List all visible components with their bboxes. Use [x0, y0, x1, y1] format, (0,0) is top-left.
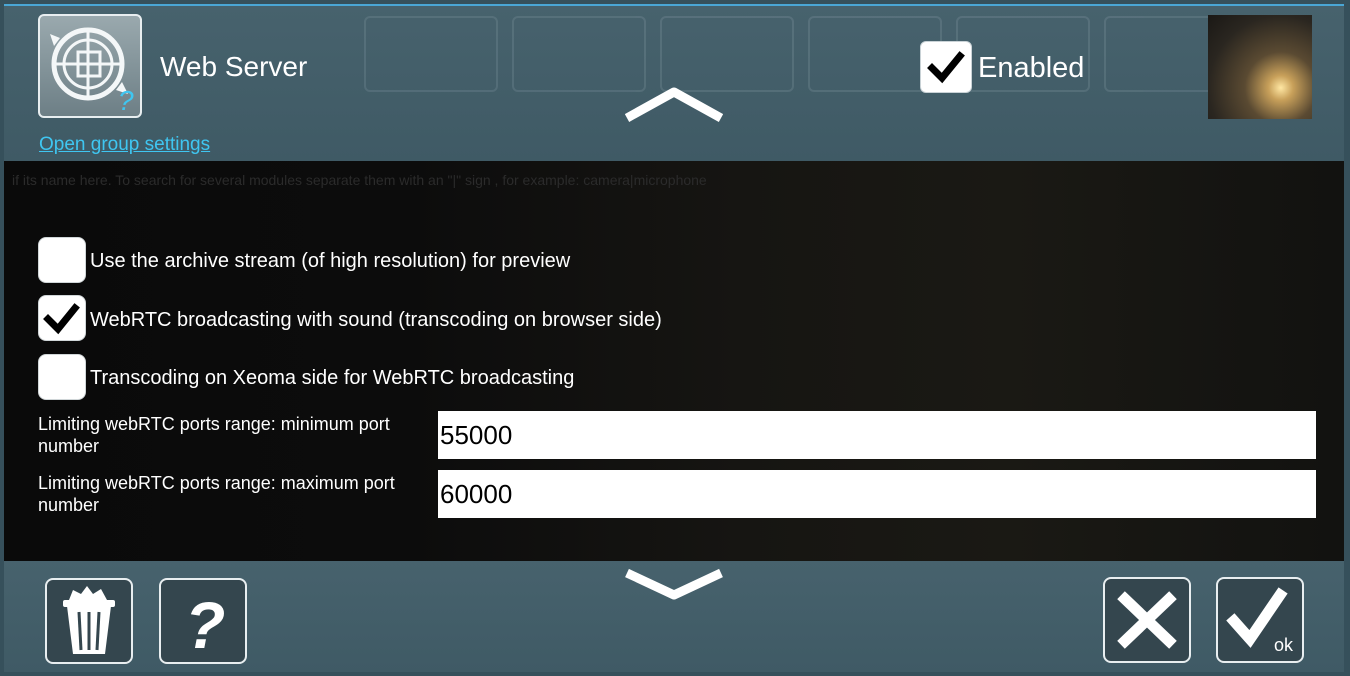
- ok-check-icon: ok: [1226, 587, 1294, 655]
- max-port-label: Limiting webRTC ports range: maximum por…: [38, 473, 395, 515]
- webrtc-sound-checkbox[interactable]: [38, 295, 86, 341]
- ok-button[interactable]: ok: [1216, 577, 1304, 663]
- close-icon: [1117, 591, 1177, 649]
- archive-stream-checkbox[interactable]: [38, 237, 86, 283]
- xeoma-transcoding-label: Transcoding on Xeoma side for WebRTC bro…: [90, 367, 575, 389]
- archive-stream-label: Use the archive stream (of high resoluti…: [90, 250, 571, 272]
- enabled-label: Enabled: [978, 52, 1085, 84]
- delete-button[interactable]: [45, 578, 133, 664]
- chevron-up-icon[interactable]: [625, 84, 723, 124]
- help-button[interactable]: ?: [159, 578, 247, 664]
- svg-text:?: ?: [118, 85, 134, 116]
- cancel-button[interactable]: [1103, 577, 1191, 663]
- webrtc-sound-label: WebRTC broadcasting with sound (transcod…: [90, 309, 662, 331]
- xeoma-transcoding-checkbox[interactable]: [38, 354, 86, 400]
- background-module-strip: [364, 16, 1238, 126]
- module-webserver-icon: ?: [38, 14, 142, 118]
- min-port-label: Limiting webRTC ports range: minimum por…: [38, 414, 390, 456]
- trash-icon: [63, 586, 115, 654]
- svg-text:?: ?: [185, 588, 225, 662]
- checkmark-icon: [927, 51, 965, 84]
- chevron-down-icon[interactable]: [625, 567, 723, 603]
- search-hint-text: if its name here. To search for several …: [12, 172, 707, 188]
- svg-text:ok: ok: [1274, 635, 1294, 655]
- camera-preview-thumbnail[interactable]: [1208, 15, 1312, 119]
- module-header: ? Web Server Open group settings Enabled: [4, 4, 1344, 161]
- module-title: Web Server: [160, 51, 308, 82]
- max-port-input[interactable]: [438, 470, 1316, 518]
- min-port-input[interactable]: [438, 411, 1316, 459]
- checkmark-icon: [43, 303, 80, 335]
- help-icon: ?: [185, 588, 225, 662]
- open-group-settings-link[interactable]: Open group settings: [39, 134, 210, 156]
- enabled-checkbox[interactable]: [920, 41, 972, 93]
